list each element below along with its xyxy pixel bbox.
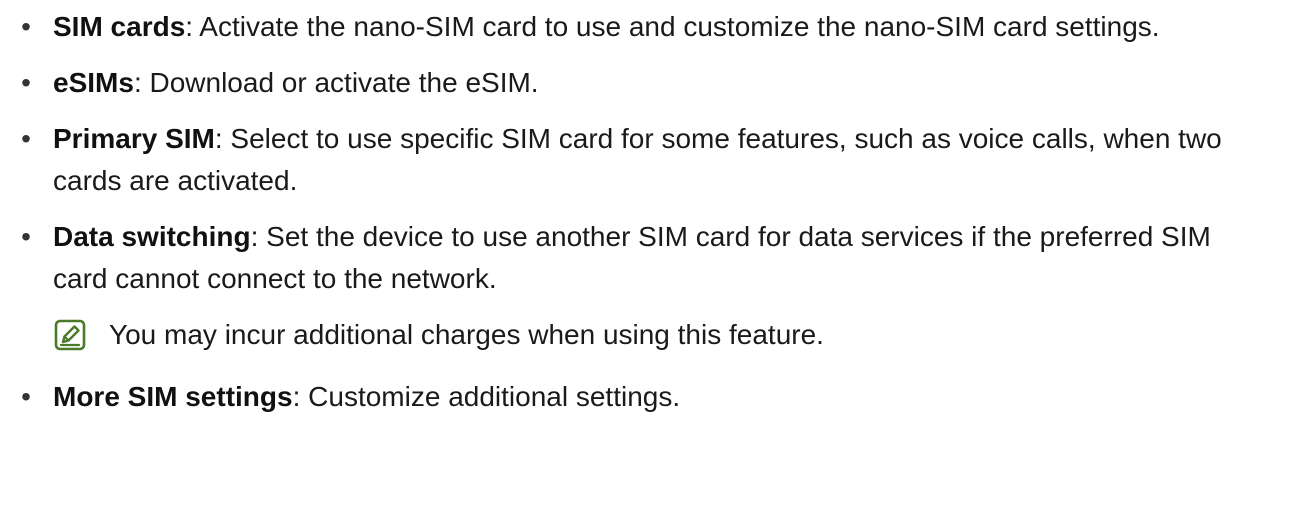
item-description: Activate the nano-SIM card to use and cu…	[193, 11, 1160, 42]
bullet: •	[21, 221, 31, 252]
list-item-sim-cards: • SIM cards: Activate the nano-SIM card …	[19, 6, 1250, 48]
bullet: •	[21, 67, 31, 98]
item-description: Download or activate the eSIM.	[141, 67, 539, 98]
note-text: You may incur additional charges when us…	[109, 319, 824, 350]
item-term: Data switching	[53, 221, 251, 252]
item-separator: :	[185, 11, 194, 42]
item-separator: :	[214, 123, 223, 154]
list-item-primary-sim: • Primary SIM: Select to use specific SI…	[19, 118, 1250, 202]
bullet: •	[21, 381, 31, 412]
list-item-esims: • eSIMs: Download or activate the eSIM.	[19, 62, 1250, 104]
list-item-data-switching: • Data switching: Set the device to use …	[19, 216, 1250, 300]
item-term: Primary SIM	[53, 123, 215, 154]
item-term: More SIM settings	[53, 381, 293, 412]
note-pencil-icon	[53, 318, 87, 352]
item-description: Select to use specific SIM card for some…	[53, 123, 1222, 196]
bullet: •	[21, 11, 31, 42]
document-page: • SIM cards: Activate the nano-SIM card …	[0, 0, 1290, 507]
item-separator: :	[133, 67, 142, 98]
bullet: •	[21, 123, 31, 154]
item-term: SIM cards	[53, 11, 186, 42]
list-item-more-sim-settings: • More SIM settings: Customize additiona…	[19, 376, 1250, 418]
note-callout: You may incur additional charges when us…	[19, 314, 1250, 356]
item-description: Customize additional settings.	[300, 381, 681, 412]
item-term: eSIMs	[53, 67, 134, 98]
